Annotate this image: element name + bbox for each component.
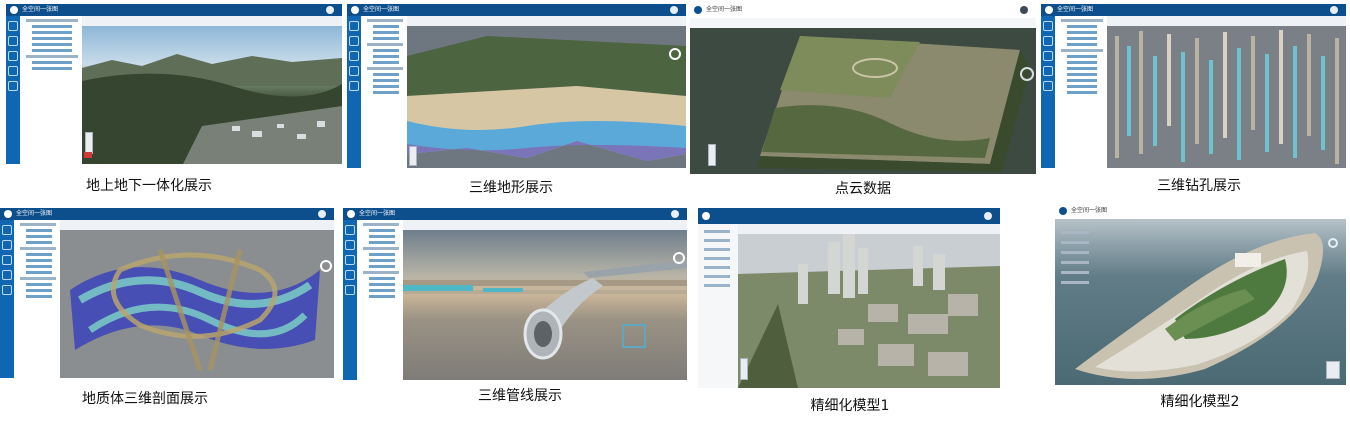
pipeline-scene [403, 252, 687, 360]
terrain-scene [82, 54, 342, 164]
screenshot-detailed-model-2: 全空间一张图 [1055, 205, 1346, 385]
logo-icon [702, 212, 710, 220]
user-avatar-icon[interactable] [984, 212, 992, 220]
app-title: 全空间一张图 [706, 6, 743, 13]
screenshot-terrain: 全空间一张图 [347, 4, 686, 168]
3d-viewport[interactable] [403, 230, 687, 380]
screenshot-pipeline: 全空间一张图 [343, 208, 687, 380]
layer-tree[interactable] [357, 220, 404, 380]
layer-tree[interactable] [20, 16, 83, 164]
left-icon-bar[interactable] [1041, 16, 1055, 168]
layer-tree[interactable] [698, 224, 739, 388]
3d-viewport[interactable] [1055, 219, 1346, 385]
app-header: 全空间一张图 [343, 208, 687, 220]
left-icon-bar[interactable] [347, 16, 361, 168]
left-icon-bar[interactable] [6, 16, 20, 164]
app-header [698, 208, 1000, 224]
logo-icon [10, 6, 18, 14]
app-header: 全空间一张图 [347, 4, 686, 16]
layer-tree[interactable] [14, 220, 61, 378]
screenshot-geology-section: 全空间一张图 [0, 208, 334, 378]
caption-4: 三维钻孔展示 [1157, 178, 1241, 194]
3d-viewport[interactable] [738, 234, 1000, 388]
app-title: 全空间一张图 [22, 6, 59, 13]
user-avatar-icon[interactable] [318, 210, 326, 218]
caption-1: 地上地下一体化展示 [86, 178, 212, 194]
layer-tree[interactable] [361, 16, 408, 168]
caption-7: 精细化模型1 [810, 398, 890, 414]
screenshot-point-cloud: 全空间一张图 [690, 4, 1036, 174]
zoom-control-icon[interactable] [1326, 361, 1340, 379]
island-model-scene [1061, 231, 1338, 379]
record-button[interactable] [84, 152, 92, 158]
3d-viewport[interactable] [60, 230, 334, 378]
caption-8: 精细化模型2 [1160, 394, 1240, 410]
left-icon-bar[interactable] [343, 220, 357, 380]
zoom-control-icon[interactable] [409, 146, 417, 166]
terrain-block [407, 36, 686, 161]
zoom-control-icon[interactable] [740, 358, 748, 380]
screenshot-detailed-model-1 [698, 208, 1000, 388]
borehole-columns [1115, 30, 1339, 164]
compass-icon[interactable] [1328, 238, 1338, 248]
app-title: 全空间一张图 [1057, 6, 1094, 13]
geology-section-scene [70, 249, 332, 371]
caption-2: 三维地形展示 [469, 180, 553, 196]
compass-icon[interactable] [320, 260, 332, 272]
3d-viewport[interactable] [1107, 26, 1346, 168]
zoom-control-icon[interactable] [708, 144, 716, 166]
app-header: 全空间一张图 [1041, 4, 1346, 16]
zoom-control-icon[interactable] [85, 132, 93, 154]
app-header: 全空间一张图 [6, 4, 342, 16]
logo-icon [351, 6, 359, 14]
city-model-scene [738, 234, 1000, 388]
app-header: 全空间一张图 [1055, 205, 1346, 220]
caption-3: 点云数据 [835, 181, 891, 197]
app-title: 全空间一张图 [363, 6, 400, 13]
3d-viewport[interactable] [82, 26, 342, 164]
user-avatar-icon[interactable] [670, 6, 678, 14]
user-avatar-icon[interactable] [1330, 6, 1338, 14]
app-header: 全空间一张图 [690, 4, 1036, 19]
user-avatar-icon[interactable] [671, 210, 679, 218]
app-title: 全空间一张图 [1071, 207, 1108, 214]
point-cloud-scene [758, 36, 1034, 172]
logo-icon [1059, 207, 1067, 215]
screenshot-surface-underground: 全空间一张图 [6, 4, 342, 164]
app-header: 全空间一张图 [0, 208, 334, 220]
logo-icon [1045, 6, 1053, 14]
app-title: 全空间一张图 [359, 210, 396, 217]
left-icon-bar[interactable] [0, 220, 14, 378]
caption-5: 地质体三维剖面展示 [82, 391, 208, 407]
logo-icon [4, 210, 12, 218]
user-avatar-icon[interactable] [1020, 6, 1028, 14]
logo-icon [694, 6, 702, 14]
screenshot-borehole: 全空间一张图 [1041, 4, 1346, 168]
logo-icon [347, 210, 355, 218]
user-avatar-icon[interactable] [326, 6, 334, 14]
layer-tree[interactable] [1055, 16, 1108, 168]
caption-6: 三维管线展示 [478, 388, 562, 404]
app-title: 全空间一张图 [16, 210, 53, 217]
3d-viewport[interactable] [407, 26, 686, 168]
3d-viewport[interactable] [690, 28, 1036, 174]
